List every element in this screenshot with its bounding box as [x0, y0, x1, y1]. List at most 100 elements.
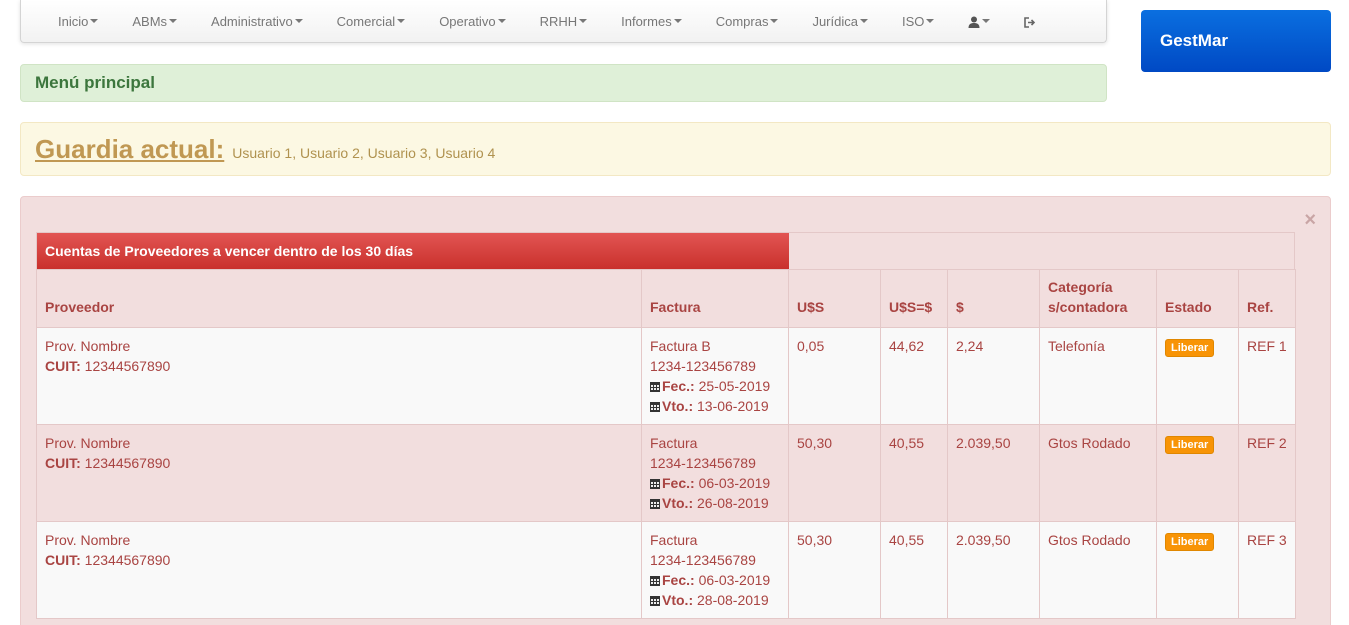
liberar-button[interactable]: Liberar [1165, 339, 1215, 357]
cell-usd-ars: 40,55 [880, 424, 948, 522]
cell-ars: 2.039,50 [947, 424, 1040, 522]
proveedor-nombre: Prov. Nombre [45, 435, 131, 451]
calendar-icon [650, 596, 660, 606]
table-caption-row: Cuentas de Proveedores a vencer dentro d… [36, 232, 1295, 269]
caret-down-icon [770, 19, 779, 24]
cell-usd: 0,05 [788, 327, 881, 425]
table-header-row: Proveedor Factura U$S U$S=$ $ Categoría s… [36, 269, 1296, 328]
cell-estado: Liberar [1156, 424, 1239, 522]
caret-down-icon [90, 19, 99, 24]
cell-ref: REF 3 [1238, 521, 1296, 619]
nav-label: Administrativo [211, 13, 293, 29]
nav-compras[interactable]: Compras [699, 0, 796, 43]
cuit-value: 12344567890 [84, 552, 171, 568]
header-proveedor: Proveedor [36, 269, 642, 328]
nav-informes[interactable]: Informes [604, 0, 699, 43]
vto-value: 28-08-2019 [697, 592, 769, 608]
nav-user-menu[interactable] [951, 0, 1007, 43]
cell-proveedor: Prov. Nombre CUIT: 12344567890 [36, 327, 642, 425]
factura-fecha: Fec.: 25-05-2019 [650, 376, 780, 396]
vto-value: 13-06-2019 [697, 398, 769, 414]
proveedor-nombre: Prov. Nombre [45, 532, 131, 548]
liberar-button[interactable]: Liberar [1165, 436, 1215, 454]
caret-down-icon [859, 19, 868, 24]
vto-label: Vto.: [662, 398, 694, 414]
table-row: Prov. Nombre CUIT: 12344567890 Factura 1… [36, 521, 1296, 619]
cuit-value: 12344567890 [84, 455, 171, 471]
header-usd: U$S [788, 269, 881, 328]
caret-down-icon [397, 19, 406, 24]
header-categoria-line2: s/contadora [1048, 299, 1128, 315]
nav-label: RRHH [539, 13, 578, 29]
proveedor-cuit: CUIT: 12344567890 [45, 356, 633, 376]
caret-down-icon [982, 19, 991, 24]
factura-vencimiento: Vto.: 28-08-2019 [650, 590, 780, 610]
factura-fecha: Fec.: 06-03-2019 [650, 570, 780, 590]
vencimientos-panel: × Cuentas de Proveedores a vencer dentro… [20, 196, 1331, 625]
header-usd-ars: U$S=$ [880, 269, 948, 328]
header-ref: Ref. [1238, 269, 1296, 328]
proveedor-cuit: CUIT: 12344567890 [45, 453, 633, 473]
header-categoria-line1: Categoría [1048, 279, 1113, 295]
table-row: Prov. Nombre CUIT: 12344567890 Factura 1… [36, 424, 1296, 522]
cell-estado: Liberar [1156, 327, 1239, 425]
proveedor-cuit: CUIT: 12344567890 [45, 550, 633, 570]
cuit-label: CUIT: [45, 552, 81, 568]
nav-administrativo[interactable]: Administrativo [194, 0, 320, 43]
cell-proveedor: Prov. Nombre CUIT: 12344567890 [36, 521, 642, 619]
vto-label: Vto.: [662, 495, 694, 511]
cell-ref: REF 2 [1238, 424, 1296, 522]
fec-value: 25-05-2019 [698, 378, 771, 394]
factura-tipo: Factura B [650, 338, 711, 354]
factura-numero: 1234-123456789 [650, 455, 756, 471]
guardia-users: Usuario 1, Usuario 2, Usuario 3, Usuario… [232, 145, 496, 161]
factura-fecha: Fec.: 06-03-2019 [650, 473, 780, 493]
nav-label: Inicio [58, 13, 89, 29]
guardia-title[interactable]: Guardia actual: [35, 134, 224, 165]
cell-categoria: Telefonía [1039, 327, 1157, 425]
calendar-icon [650, 479, 660, 489]
user-icon [968, 16, 980, 29]
nav-abms[interactable]: ABMs [115, 0, 194, 43]
fec-value: 06-03-2019 [698, 475, 771, 491]
menu-title: Menú principal [35, 73, 155, 92]
calendar-icon [650, 499, 660, 509]
caret-down-icon [926, 19, 935, 24]
nav-label: Operativo [439, 13, 496, 29]
nav-logout[interactable] [1007, 0, 1053, 43]
nav-label: Compras [715, 13, 769, 29]
calendar-icon [650, 402, 660, 412]
table-caption: Cuentas de Proveedores a vencer dentro d… [37, 233, 789, 269]
cell-usd: 50,30 [788, 424, 881, 522]
cell-usd-ars: 44,62 [880, 327, 948, 425]
caret-down-icon [579, 19, 588, 24]
header-ars: $ [947, 269, 1040, 328]
nav-juridica[interactable]: Jurídica [795, 0, 885, 43]
nav-label: Comercial [336, 13, 396, 29]
cell-proveedor: Prov. Nombre CUIT: 12344567890 [36, 424, 642, 522]
cuit-value: 12344567890 [84, 358, 171, 374]
nav-iso[interactable]: ISO [885, 0, 951, 43]
cell-estado: Liberar [1156, 521, 1239, 619]
top-navbar: Inicio ABMs Administrativo Comercial Ope… [20, 0, 1107, 43]
nav-rrhh[interactable]: RRHH [523, 0, 605, 43]
fec-label: Fec.: [662, 572, 695, 588]
nav-comercial[interactable]: Comercial [320, 0, 423, 43]
liberar-button[interactable]: Liberar [1165, 533, 1215, 551]
fec-label: Fec.: [662, 378, 695, 394]
nav-operativo[interactable]: Operativo [422, 0, 522, 43]
close-icon[interactable]: × [1304, 209, 1316, 232]
nav-inicio[interactable]: Inicio [41, 0, 115, 43]
factura-vencimiento: Vto.: 13-06-2019 [650, 396, 780, 416]
cell-usd-ars: 40,55 [880, 521, 948, 619]
logout-icon [1024, 16, 1036, 28]
fec-value: 06-03-2019 [698, 572, 771, 588]
caret-down-icon [673, 19, 682, 24]
header-categoria: Categoría s/contadora [1039, 269, 1157, 328]
factura-tipo: Factura [650, 435, 698, 451]
table-row: Prov. Nombre CUIT: 12344567890 Factura B… [36, 327, 1296, 425]
cuit-label: CUIT: [45, 358, 81, 374]
brand-logo[interactable]: GestMar [1141, 10, 1331, 72]
vto-label: Vto.: [662, 592, 694, 608]
caret-down-icon [497, 19, 506, 24]
